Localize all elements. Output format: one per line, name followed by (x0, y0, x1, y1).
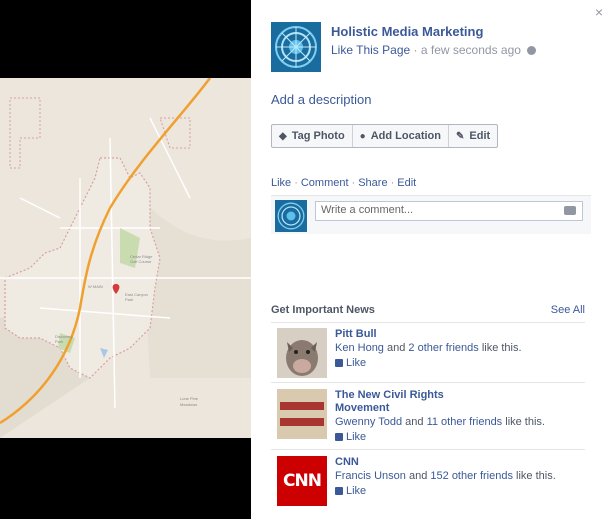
svg-text:Park: Park (55, 339, 63, 344)
friends-text: Ken Hong and 2 other friends like this. (335, 341, 587, 355)
separator: · (413, 43, 418, 57)
friend-link[interactable]: Francis Unson (335, 470, 406, 482)
joiner-text: and (387, 342, 406, 354)
share-link[interactable]: Share (358, 177, 387, 189)
news-section-header: Get Important News See All (271, 304, 585, 323)
like-page-link[interactable]: Like This Page (331, 43, 410, 57)
edit-link[interactable]: Edit (397, 177, 416, 189)
divider (271, 449, 585, 450)
globe-icon[interactable] (527, 46, 537, 55)
pitt-bull-thumbnail[interactable] (277, 328, 327, 378)
page-name[interactable]: Holistic Media Marketing (331, 24, 536, 39)
friends-text: Gwenny Todd and 11 other friends like th… (335, 415, 587, 429)
comment-input[interactable]: Write a comment... (315, 201, 583, 221)
suffix-text: like this. (505, 416, 545, 428)
page-subline: Like This Page · a few seconds ago (331, 43, 537, 57)
friend-link[interactable]: Ken Hong (335, 342, 384, 354)
tag-photo-button[interactable]: ◆ Tag Photo (272, 125, 353, 147)
svg-text:Meadows: Meadows (180, 402, 197, 407)
recommendation-info: Pitt Bull Ken Hong and 2 other friends l… (335, 328, 587, 369)
separator: · (294, 177, 298, 189)
thumbs-up-icon (335, 433, 343, 441)
separator: · (390, 177, 395, 189)
commenter-avatar (275, 200, 307, 232)
friends-text: Francis Unson and 152 other friends like… (335, 469, 587, 483)
recommendation-name[interactable]: Pitt Bull (335, 328, 587, 341)
svg-text:Lone Pine: Lone Pine (180, 396, 199, 401)
tag-icon: ◆ (279, 130, 287, 142)
others-link[interactable]: 2 other friends (408, 342, 478, 354)
comment-link[interactable]: Comment (301, 177, 349, 189)
friend-link[interactable]: Gwenny Todd (335, 416, 402, 428)
edit-button[interactable]: ✎ Edit (449, 125, 497, 147)
add-location-button[interactable]: ● Add Location (353, 125, 449, 147)
suffix-text: like this. (516, 470, 556, 482)
separator: · (351, 177, 356, 189)
svg-text:W MAIN: W MAIN (88, 284, 103, 289)
camera-icon[interactable] (564, 206, 576, 215)
pencil-icon: ✎ (456, 130, 465, 142)
joiner-text: and (408, 470, 428, 482)
civil-rights-thumbnail[interactable] (277, 389, 327, 439)
see-all-link[interactable]: See All (551, 304, 585, 316)
like-label: Like (346, 357, 367, 369)
page-avatar[interactable] (271, 22, 321, 72)
like-button[interactable]: Like (335, 431, 587, 443)
like-button[interactable]: Like (335, 485, 587, 497)
cnn-logo-text: CNN (283, 471, 322, 491)
tag-photo-label: Tag Photo (291, 130, 345, 142)
divider (271, 382, 585, 383)
photo-sidebar: × Holistic Media Marketing Like This Pag… (251, 0, 612, 519)
add-description-link[interactable]: Add a description (271, 92, 371, 107)
suffix-text: like this. (481, 342, 522, 354)
location-pin-icon: ● (359, 130, 366, 142)
page-header: Holistic Media Marketing Like This Page … (271, 22, 537, 72)
post-actions: Like · Comment · Share · Edit (271, 177, 416, 189)
photo-action-buttons: ◆ Tag Photo ● Add Location ✎ Edit (271, 124, 499, 148)
timestamp[interactable]: a few seconds ago (421, 43, 521, 57)
thumbs-up-icon (335, 487, 343, 495)
like-button[interactable]: Like (335, 357, 587, 369)
like-label: Like (346, 485, 367, 497)
news-heading: Get Important News (271, 304, 375, 316)
comment-composer: Write a comment... (271, 195, 591, 234)
photo-viewer: Cedar Ridge Golf Course East Canyon Park… (0, 0, 251, 519)
comment-placeholder: Write a comment... (321, 204, 414, 216)
map-image: Cedar Ridge Golf Course East Canyon Park… (0, 78, 251, 438)
add-location-label: Add Location (370, 130, 441, 142)
others-link[interactable]: 11 other friends (427, 416, 503, 428)
svg-text:Park: Park (125, 297, 133, 302)
page-meta: Holistic Media Marketing Like This Page … (331, 24, 537, 72)
cnn-logo-thumbnail[interactable]: CNN (277, 456, 327, 506)
svg-text:Golf Course: Golf Course (130, 259, 152, 264)
like-link[interactable]: Like (271, 177, 291, 189)
like-label: Like (346, 431, 367, 443)
recommendation-info: CNN Francis Unson and 152 other friends … (335, 456, 587, 497)
recommendation-name[interactable]: The New Civil Rights Movement (335, 389, 465, 415)
recommendation-info: The New Civil Rights Movement Gwenny Tod… (335, 389, 587, 443)
thumbs-up-icon (335, 359, 343, 367)
recommendation-name[interactable]: CNN (335, 456, 587, 469)
close-icon[interactable]: × (595, 4, 603, 20)
others-link[interactable]: 152 other friends (430, 470, 513, 482)
edit-label: Edit (469, 130, 491, 142)
joiner-text: and (405, 416, 424, 428)
